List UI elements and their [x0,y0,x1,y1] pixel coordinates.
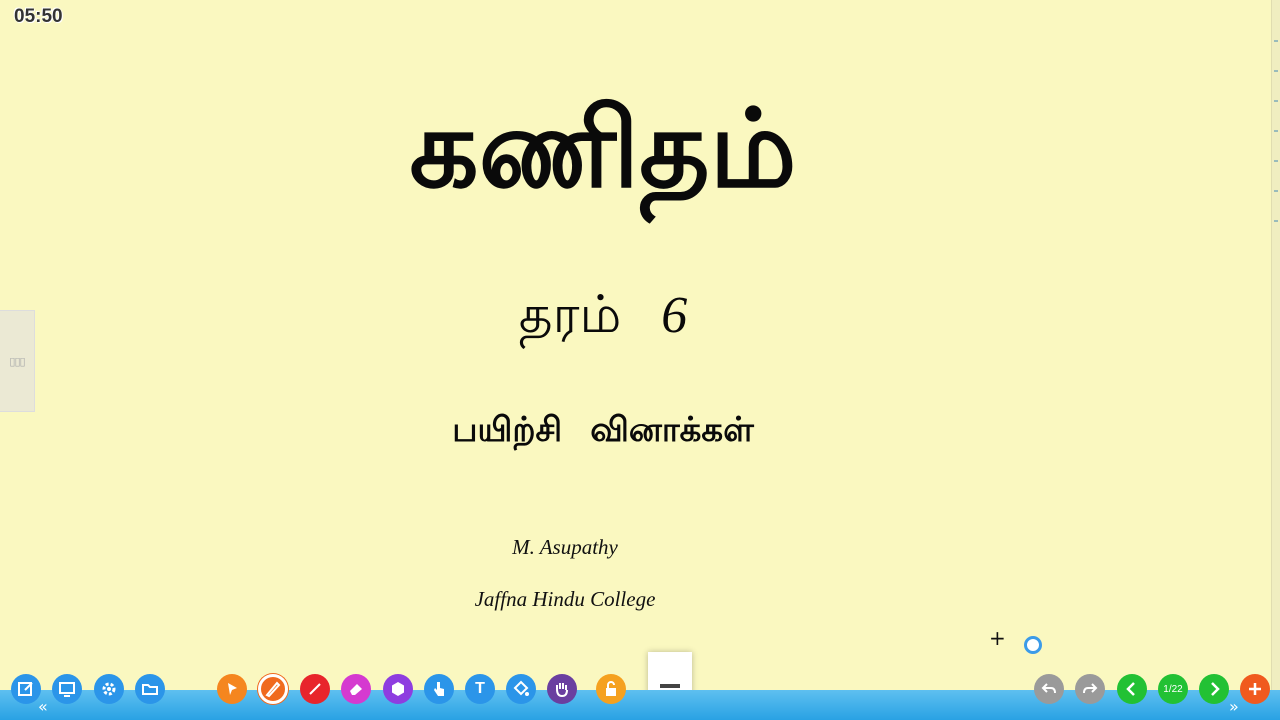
pan-tool-button[interactable] [547,674,577,704]
session-timer: 05:50 [14,6,63,27]
scroll-tick [1274,190,1278,192]
collapse-left-chevron[interactable]: « [38,697,48,716]
pointer-ring [1024,636,1042,654]
pointer-tool-button[interactable] [424,674,454,704]
pointer-hand-icon [434,682,444,696]
fill-tool-button[interactable] [506,674,536,704]
redo-icon [1083,683,1098,694]
text-tool-button[interactable]: T [465,674,495,704]
line-tool-button[interactable] [300,674,330,704]
slide-title: கணிதம் [409,87,797,212]
pen-icon [265,681,281,698]
slide-subtitle: பயிற்சி வினாக்கள் [0,405,1206,455]
shape-tool-button[interactable] [383,674,413,704]
screen-button[interactable] [52,674,82,704]
grade-number: 6 [661,287,688,344]
scroll-tick [1274,220,1278,222]
add-page-button[interactable] [1240,674,1270,704]
fill-icon [513,680,529,696]
next-page-button[interactable] [1199,674,1229,704]
scroll-tick [1274,40,1278,42]
crosshair-cursor: + [989,626,1006,650]
slide-institution: Jaffna Hindu College [474,587,656,611]
scroll-tick [1274,160,1278,162]
lock-icon [606,681,616,696]
edit-icon [18,682,33,696]
select-tool-button[interactable] [217,674,247,704]
gear-icon [102,682,116,696]
lock-button[interactable] [596,674,626,704]
folder-icon [142,684,158,695]
scroll-tick [1274,70,1278,72]
shape-icon [392,682,404,696]
settings-button[interactable] [94,674,124,704]
undo-icon [1041,683,1056,694]
scroll-tick [1274,100,1278,102]
eraser-tool-button[interactable] [341,674,371,704]
next-page-icon [1211,682,1220,696]
slide-grade: தரம் 6 [0,275,1206,356]
redo-button[interactable] [1075,674,1105,704]
page-indicator[interactable]: 1/22 [1158,674,1188,704]
subtitle-word-2: வினாக்கள் [590,410,754,450]
edit-button[interactable] [11,674,41,704]
slide-author: M. Asupathy [512,535,618,559]
undo-button[interactable] [1034,674,1064,704]
grade-word: தரம் [518,285,622,345]
prev-page-icon [1126,682,1135,696]
side-panel-label: ▯▯▯ [9,354,25,368]
line-icon [309,683,321,695]
open-file-button[interactable] [135,674,165,704]
select-arrow-icon [228,683,237,695]
eraser-icon [350,684,362,695]
pen-tool-button[interactable] [258,674,288,704]
prev-page-button[interactable] [1117,674,1147,704]
screen-icon [59,682,75,697]
subtitle-word-1: பயிற்சி [452,410,563,450]
pan-hand-icon [556,683,568,698]
text-icon: T [475,680,485,697]
collapse-right-chevron[interactable]: » [1229,697,1239,716]
add-page-icon [1249,683,1261,695]
scroll-tick [1274,130,1278,132]
page-tab-handle [660,684,680,688]
right-scroll-edge[interactable] [1271,0,1280,700]
